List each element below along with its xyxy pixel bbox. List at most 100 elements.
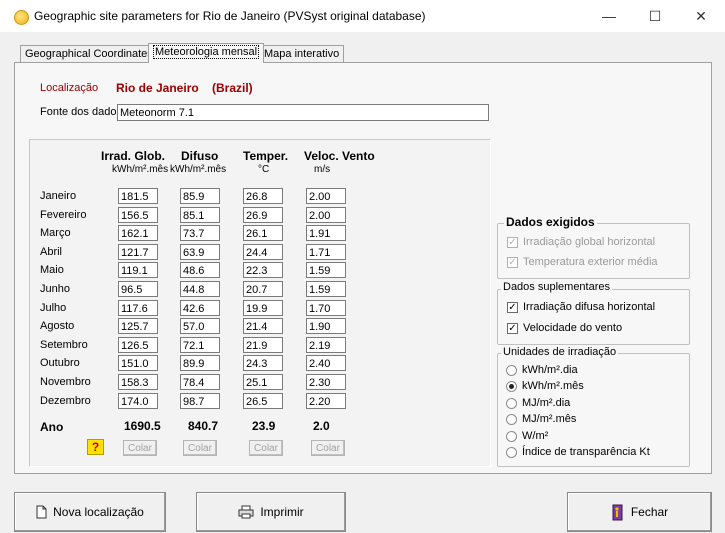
unit-radio[interactable] (506, 431, 517, 442)
value-field-temp[interactable]: 26.1 (243, 225, 283, 241)
value-field-glob[interactable]: 126.5 (118, 337, 158, 353)
location-city: Rio de Janeiro (116, 81, 199, 95)
year-wind: 2.0 (313, 419, 330, 433)
value-field-dif[interactable]: 57.0 (180, 318, 220, 334)
value-field-dif[interactable]: 78.4 (180, 374, 220, 390)
paste-wind-button[interactable]: Colar (311, 440, 345, 456)
location-label: Localização (40, 82, 99, 94)
month-label: Julho (40, 302, 67, 314)
value-field-glob[interactable]: 174.0 (118, 393, 158, 409)
value-field-temp[interactable]: 20.7 (243, 281, 283, 297)
new-location-button[interactable]: Nova localização (14, 492, 166, 532)
year-temp: 23.9 (252, 419, 276, 433)
value-field-dif[interactable]: 63.9 (180, 244, 220, 260)
month-label: Abril (40, 246, 63, 258)
value-field-temp[interactable]: 26.9 (243, 207, 283, 223)
value-field-glob[interactable]: 117.6 (118, 300, 158, 316)
value-field-dif[interactable]: 44.8 (180, 281, 220, 297)
printer-icon (238, 505, 254, 519)
value-field-glob[interactable]: 125.7 (118, 318, 158, 334)
wind-checkbox[interactable]: ✓ (507, 323, 518, 334)
minimize-button[interactable]: — (586, 0, 632, 32)
unit-wind: m/s (314, 164, 331, 175)
value-field-wind[interactable]: 1.71 (306, 244, 346, 260)
value-field-dif[interactable]: 48.6 (180, 262, 220, 278)
value-field-wind[interactable]: 2.30 (306, 374, 346, 390)
value-field-wind[interactable]: 1.70 (306, 300, 346, 316)
paste-glob-button[interactable]: Colar (123, 440, 157, 456)
value-field-wind[interactable]: 1.90 (306, 318, 346, 334)
value-field-glob[interactable]: 96.5 (118, 281, 158, 297)
print-button[interactable]: Imprimir (196, 492, 346, 532)
value-field-glob[interactable]: 158.3 (118, 374, 158, 390)
value-field-wind[interactable]: 1.91 (306, 225, 346, 241)
value-field-temp[interactable]: 19.9 (243, 300, 283, 316)
unit-radio[interactable] (506, 398, 517, 409)
paste-temp-button[interactable]: Colar (249, 440, 283, 456)
value-field-wind[interactable]: 2.00 (306, 207, 346, 223)
value-field-glob[interactable]: 181.5 (118, 188, 158, 204)
close-window-button[interactable]: ✕ (678, 0, 724, 32)
value-field-dif[interactable]: 85.1 (180, 207, 220, 223)
unit-dif: kWh/m².mês (170, 164, 227, 175)
value-field-glob[interactable]: 156.5 (118, 207, 158, 223)
value-field-dif[interactable]: 89.9 (180, 355, 220, 371)
value-field-dif[interactable]: 85.9 (180, 188, 220, 204)
header-temp: Temper. (243, 149, 289, 163)
value-field-wind[interactable]: 2.19 (306, 337, 346, 353)
value-field-wind[interactable]: 2.20 (306, 393, 346, 409)
unit-radio[interactable] (506, 381, 517, 392)
month-label: Novembro (40, 376, 91, 388)
value-field-temp[interactable]: 24.3 (243, 355, 283, 371)
app-icon (14, 10, 29, 25)
value-field-temp[interactable]: 26.8 (243, 188, 283, 204)
unit-radio[interactable] (506, 414, 517, 425)
value-field-wind[interactable]: 2.00 (306, 188, 346, 204)
required-data-group (497, 223, 690, 279)
month-label: Outubro (40, 357, 80, 369)
value-field-glob[interactable]: 121.7 (118, 244, 158, 260)
value-field-temp[interactable]: 21.4 (243, 318, 283, 334)
year-glob: 1690.5 (124, 419, 161, 433)
year-label: Ano (40, 420, 64, 434)
tab-geographical-coordinates[interactable]: Geographical Coordinates (20, 45, 158, 63)
value-field-dif[interactable]: 73.7 (180, 225, 220, 241)
tab-meteorologia-mensal[interactable]: Meteorologia mensal (148, 43, 265, 63)
paste-dif-button[interactable]: Colar (183, 440, 217, 456)
unit-radio[interactable] (506, 365, 517, 376)
value-field-temp[interactable]: 26.5 (243, 393, 283, 409)
unit-glob: kWh/m².mês (112, 164, 169, 175)
value-field-glob[interactable]: 151.0 (118, 355, 158, 371)
value-field-dif[interactable]: 98.7 (180, 393, 220, 409)
close-button[interactable]: Fechar (567, 492, 712, 532)
value-field-temp[interactable]: 22.3 (243, 262, 283, 278)
value-field-wind[interactable]: 1.59 (306, 262, 346, 278)
header-wind: Veloc. Vento (304, 149, 375, 163)
supplementary-data-title: Dados suplementares (501, 281, 613, 293)
value-field-wind[interactable]: 2.40 (306, 355, 346, 371)
value-field-glob[interactable]: 119.1 (118, 262, 158, 278)
value-field-dif[interactable]: 42.6 (180, 300, 220, 316)
unit-label: Índice de transparência Kt (522, 446, 650, 458)
diffuse-checkbox[interactable]: ✓ (507, 302, 518, 313)
window-title: Geographic site parameters for Rio de Ja… (34, 9, 426, 23)
required-global-checkbox: ✓ (507, 237, 518, 248)
required-temp-checkbox: ✓ (507, 257, 518, 268)
unit-label: MJ/m².dia (522, 397, 571, 409)
value-field-temp[interactable]: 24.4 (243, 244, 283, 260)
exit-door-icon (612, 504, 623, 521)
required-global-label: Irradiação global horizontal (523, 236, 656, 248)
source-label: Fonte dos dados (40, 106, 122, 118)
tab-mapa-interativo[interactable]: Mapa interativo (259, 45, 345, 63)
wind-label: Velocidade do vento (523, 322, 623, 334)
unit-radio[interactable] (506, 447, 517, 458)
source-field[interactable]: Meteonorm 7.1 (117, 104, 489, 121)
value-field-wind[interactable]: 1.59 (306, 281, 346, 297)
value-field-glob[interactable]: 162.1 (118, 225, 158, 241)
maximize-button[interactable]: ☐ (632, 0, 678, 32)
value-field-temp[interactable]: 21.9 (243, 337, 283, 353)
month-label: Janeiro (40, 190, 77, 202)
value-field-temp[interactable]: 25.1 (243, 374, 283, 390)
value-field-dif[interactable]: 72.1 (180, 337, 220, 353)
help-button[interactable]: ? (87, 439, 104, 455)
